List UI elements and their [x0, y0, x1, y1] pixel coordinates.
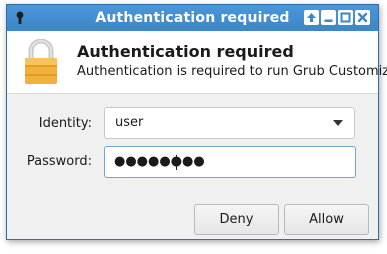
lock-icon — [25, 39, 57, 84]
title-bar[interactable]: Authentication required — [7, 5, 378, 31]
dialog-message: Authentication is required to run Grub C… — [77, 64, 387, 79]
identity-label: Identity: — [38, 116, 92, 131]
allow-button[interactable]: Allow — [284, 204, 369, 235]
header-separator — [7, 93, 378, 94]
message-area — [7, 31, 378, 93]
maximize-icon — [340, 12, 351, 23]
chevron-down-icon — [333, 120, 343, 126]
deny-button[interactable]: Deny — [194, 204, 279, 235]
password-input[interactable]: ●●●●●●●● — [104, 146, 356, 178]
identity-select[interactable]: user — [104, 107, 355, 139]
close-icon — [357, 12, 368, 23]
maximize-button[interactable] — [338, 10, 353, 25]
close-button[interactable] — [355, 10, 370, 25]
password-mask: ●●●●●●●● — [114, 154, 205, 169]
minimize-button[interactable] — [321, 10, 336, 25]
dialog-heading: Authentication required — [77, 42, 294, 61]
identity-value: user — [115, 115, 144, 130]
up-arrow-icon — [307, 13, 316, 22]
text-caret — [176, 155, 177, 170]
auth-dialog: Authentication required Authentication r… — [6, 4, 387, 240]
password-label: Password: — [26, 154, 92, 169]
window-up-button[interactable] — [304, 10, 319, 25]
minimize-icon — [324, 19, 333, 22]
